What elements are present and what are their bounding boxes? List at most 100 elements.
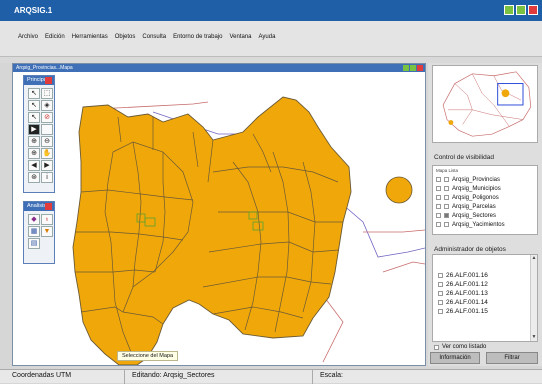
info-icon[interactable]: i <box>41 172 53 183</box>
filtrar-button[interactable]: Filtrar <box>486 352 538 364</box>
maximize-button[interactable] <box>516 5 526 15</box>
layer-row[interactable]: Arqsig_Parcelas <box>433 202 537 211</box>
layer-list-checkbox[interactable] <box>444 186 449 191</box>
layer-list-checkbox[interactable] <box>444 177 449 182</box>
map-window-title-bar: Arqsig_Provincias...Mapa <box>13 64 425 72</box>
menu-objetos[interactable]: Objetos <box>115 34 136 40</box>
layer-row[interactable]: Arqsig_Yacimientos <box>433 220 537 229</box>
principal-close-button[interactable] <box>45 77 52 84</box>
layer-map-checkbox[interactable] <box>436 222 441 227</box>
pointer-tool-icon[interactable]: ↖ <box>28 88 40 99</box>
stop-icon[interactable]: ⊘ <box>41 112 53 123</box>
prev-view-icon[interactable]: ◀ <box>28 160 40 171</box>
status-editing: Editando: Arqsig_Sectores <box>132 372 215 379</box>
layer-list-checkbox[interactable] <box>444 204 449 209</box>
ver-como-listado-checkbox[interactable] <box>434 344 439 350</box>
zoom-out-icon[interactable]: ⊖ <box>41 136 53 147</box>
object-list-scrollbar[interactable]: ▲ ▼ <box>530 255 537 341</box>
object-checkbox[interactable] <box>438 273 443 278</box>
select-area-icon[interactable]: ◈ <box>41 100 53 111</box>
scroll-up-icon[interactable]: ▲ <box>531 255 537 262</box>
informacion-button[interactable]: Información <box>430 352 480 364</box>
layer-row[interactable]: Arqsig_Municipios <box>433 184 537 193</box>
menu-bar: Archivo Edición Herramientas Objetos Con… <box>0 21 542 57</box>
principal-panel: Principal ↖ ⬚ ↖ ◈ ↖ ⊘ ▶ ⊕ ⊖ ⊕ ✋ ◀ ▶ ⊛ i <box>23 75 55 193</box>
object-label: 26.ALF.001.15 <box>446 308 488 315</box>
layer-row[interactable]: Arqsig_Sectores <box>433 211 537 220</box>
map-maximize-button[interactable] <box>410 65 416 71</box>
app-title-bar: ARQSIG.1 <box>0 0 542 21</box>
blank-tool-icon[interactable] <box>41 124 53 135</box>
layer-list-checkbox[interactable] <box>444 195 449 200</box>
next-view-icon[interactable]: ▶ <box>41 160 53 171</box>
layer-list-checkbox[interactable] <box>444 213 449 218</box>
object-label: 26.ALF.001.12 <box>446 281 488 288</box>
map-canvas[interactable] <box>13 72 425 365</box>
menu-ventana[interactable]: Ventana <box>229 34 251 40</box>
overview-map[interactable] <box>432 65 538 143</box>
layer-label: Arqsig_Provincias <box>452 176 501 183</box>
object-checkbox[interactable] <box>438 300 443 305</box>
isolated-parcel[interactable] <box>385 176 413 204</box>
analisis-close-button[interactable] <box>45 203 52 210</box>
layer-label: Arqsig_Yacimientos <box>452 221 505 228</box>
list-item[interactable]: 26.ALF.001.15 <box>433 307 537 316</box>
list-item[interactable]: 26.ALF.001.12 <box>433 280 537 289</box>
map-tooltip: Seleccione del Mapa <box>117 351 179 361</box>
overview-viewport[interactable] <box>497 83 524 106</box>
list-item[interactable]: 26.ALF.001.16 <box>433 271 537 280</box>
overview-map-canvas[interactable] <box>433 66 537 142</box>
analysis-table-icon[interactable]: ▦ <box>28 226 40 237</box>
layer-map-checkbox[interactable] <box>436 195 441 200</box>
object-checkbox[interactable] <box>438 291 443 296</box>
map-minimize-button[interactable] <box>403 65 409 71</box>
center-map-icon[interactable]: ⊛ <box>28 172 40 183</box>
zoom-in-icon[interactable]: ⊕ <box>28 136 40 147</box>
map-window-title: Arqsig_Provincias...Mapa <box>16 65 73 71</box>
right-pane: Control de visibilidad Mapa Lista Arqsig… <box>428 63 542 366</box>
analysis-chart-icon[interactable]: ◆ <box>28 214 40 225</box>
black-pointer-icon[interactable]: ▶ <box>28 124 40 135</box>
menu-herramientas[interactable]: Herramientas <box>72 34 108 40</box>
menu-archivo[interactable]: Archivo <box>18 34 38 40</box>
layer-row[interactable]: Arqsig_Poligonos <box>433 193 537 202</box>
minimize-button[interactable] <box>504 5 514 15</box>
menu-consulta[interactable]: Consulta <box>142 34 166 40</box>
list-item[interactable]: 26.ALF.001.13 <box>433 289 537 298</box>
list-item[interactable]: 26.ALF.001.14 <box>433 298 537 307</box>
ver-como-listado-label: Ver como listado <box>442 344 487 350</box>
analysis-search-icon[interactable]: ♁ <box>41 214 53 225</box>
select-remove-icon[interactable]: ↖ <box>28 112 40 123</box>
object-label: 26.ALF.001.16 <box>446 272 488 279</box>
object-checkbox[interactable] <box>438 282 443 287</box>
layer-label: Arqsig_Municipios <box>452 185 501 192</box>
map-close-button[interactable] <box>417 65 423 71</box>
layer-label: Arqsig_Sectores <box>452 212 497 219</box>
analysis-filter-icon[interactable]: ▼ <box>41 226 53 237</box>
objects-title: Administrador de objetos <box>434 246 506 253</box>
object-label: 26.ALF.001.14 <box>446 299 488 306</box>
analysis-list-icon[interactable]: ▤ <box>28 238 40 249</box>
object-checkbox[interactable] <box>438 309 443 314</box>
layer-map-checkbox[interactable] <box>436 186 441 191</box>
menu-entorno[interactable]: Entorno de trabajo <box>173 34 222 40</box>
close-button[interactable] <box>528 5 538 15</box>
layer-map-checkbox[interactable] <box>436 213 441 218</box>
select-tool-icon[interactable]: ⬚ <box>41 88 53 99</box>
window-controls <box>504 5 538 15</box>
ver-como-listado-option[interactable]: Ver como listado <box>434 344 486 350</box>
parcel-area[interactable] <box>72 96 352 365</box>
layer-list-checkbox[interactable] <box>444 222 449 227</box>
layer-list-header: Mapa Lista <box>436 168 459 173</box>
menu-ayuda[interactable]: Ayuda <box>259 34 276 40</box>
layer-list: Mapa Lista Arqsig_Provincias Arqsig_Muni… <box>432 165 538 235</box>
select-add-icon[interactable]: ↖ <box>28 100 40 111</box>
menu-edicion[interactable]: Edición <box>45 34 65 40</box>
boundary-line <box>363 229 425 233</box>
pan-hand-icon[interactable]: ✋ <box>41 148 53 159</box>
layer-map-checkbox[interactable] <box>436 204 441 209</box>
layer-map-checkbox[interactable] <box>436 177 441 182</box>
scroll-down-icon[interactable]: ▼ <box>531 334 537 341</box>
layer-row[interactable]: Arqsig_Provincias <box>433 175 537 184</box>
zoom-extent-icon[interactable]: ⊕ <box>28 148 40 159</box>
